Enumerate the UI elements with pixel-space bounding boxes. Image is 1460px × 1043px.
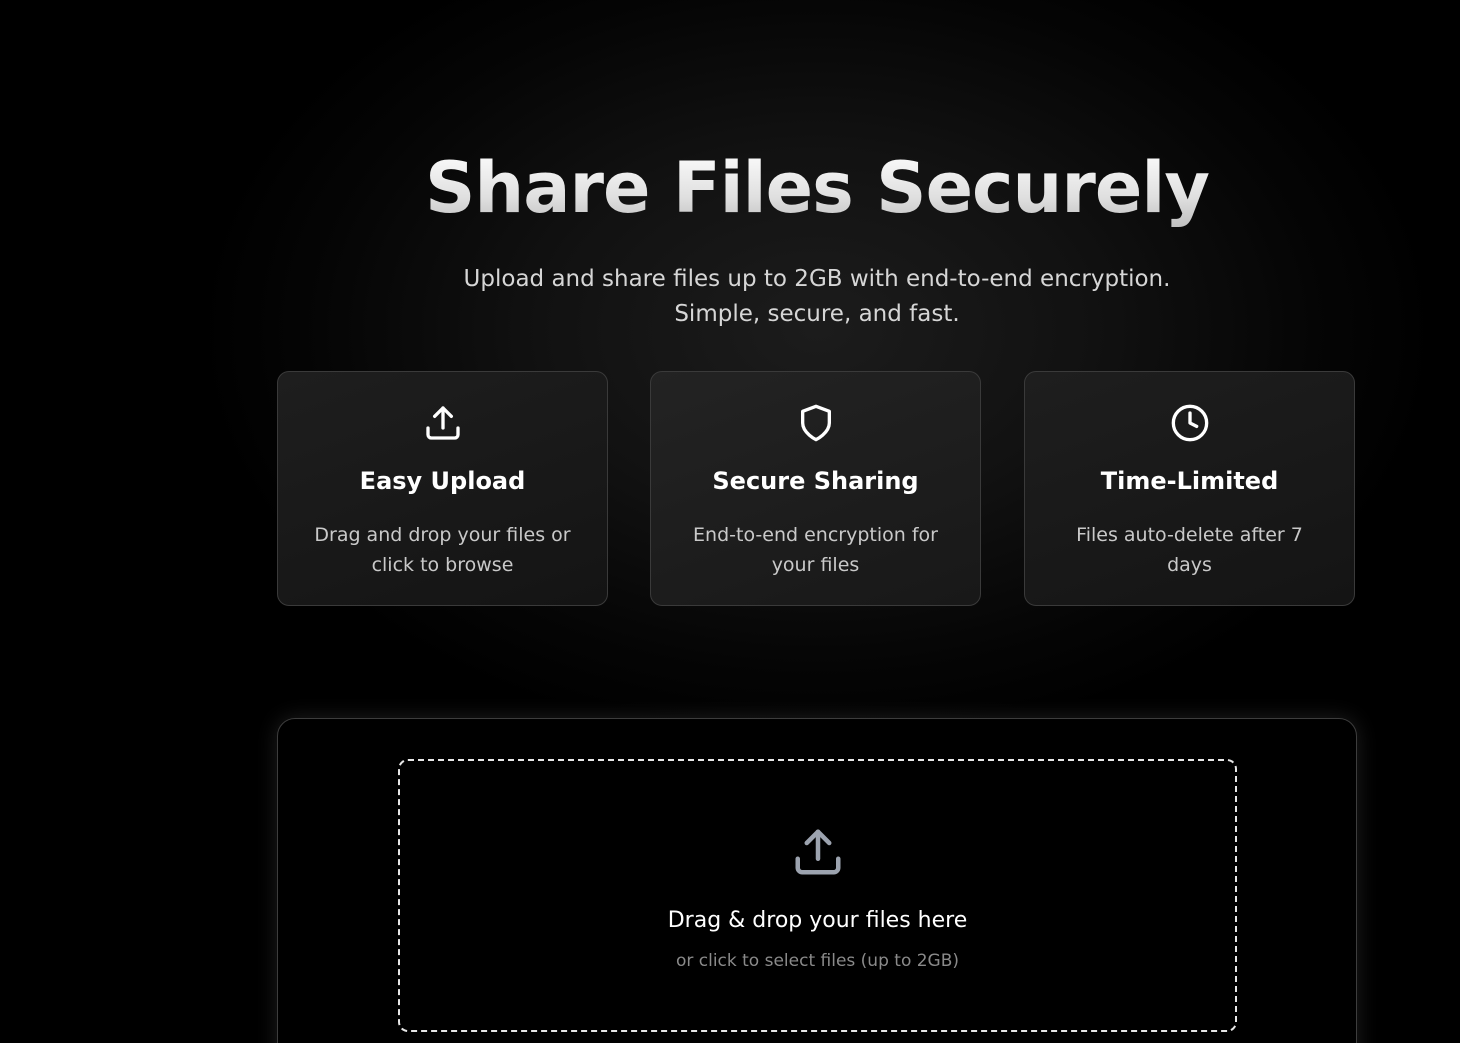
feature-title: Secure Sharing <box>712 467 919 495</box>
clock-icon <box>1170 403 1210 443</box>
upload-panel: Drag & drop your files here or click to … <box>277 718 1357 1043</box>
dropzone-title: Drag & drop your files here <box>667 908 968 933</box>
shield-icon <box>796 403 836 443</box>
dropzone-subtitle: or click to select files (up to 2GB) <box>675 951 960 971</box>
upload-icon <box>423 403 463 443</box>
page-subtitle: Upload and share files up to 2GB with en… <box>463 266 1171 327</box>
feature-cards: Easy Upload Drag and drop your files or … <box>277 371 1357 608</box>
feature-card-secure-sharing: Secure Sharing End-to-end encryption for… <box>650 371 981 606</box>
feature-description: Drag and drop your files or click to bro… <box>314 524 571 576</box>
upload-icon <box>791 825 845 879</box>
page: Share Files Securely Upload and share fi… <box>0 0 1460 1043</box>
page-title: Share Files Securely <box>0 146 1460 230</box>
feature-description: Files auto-delete after 7 days <box>1076 524 1303 576</box>
feature-title: Time-Limited <box>1100 467 1279 495</box>
feature-card-easy-upload: Easy Upload Drag and drop your files or … <box>277 371 608 606</box>
feature-card-time-limited: Time-Limited Files auto-delete after 7 d… <box>1024 371 1355 606</box>
feature-title: Easy Upload <box>359 467 526 495</box>
feature-description: End-to-end encryption for your files <box>693 524 938 576</box>
file-dropzone[interactable]: Drag & drop your files here or click to … <box>398 759 1237 1032</box>
